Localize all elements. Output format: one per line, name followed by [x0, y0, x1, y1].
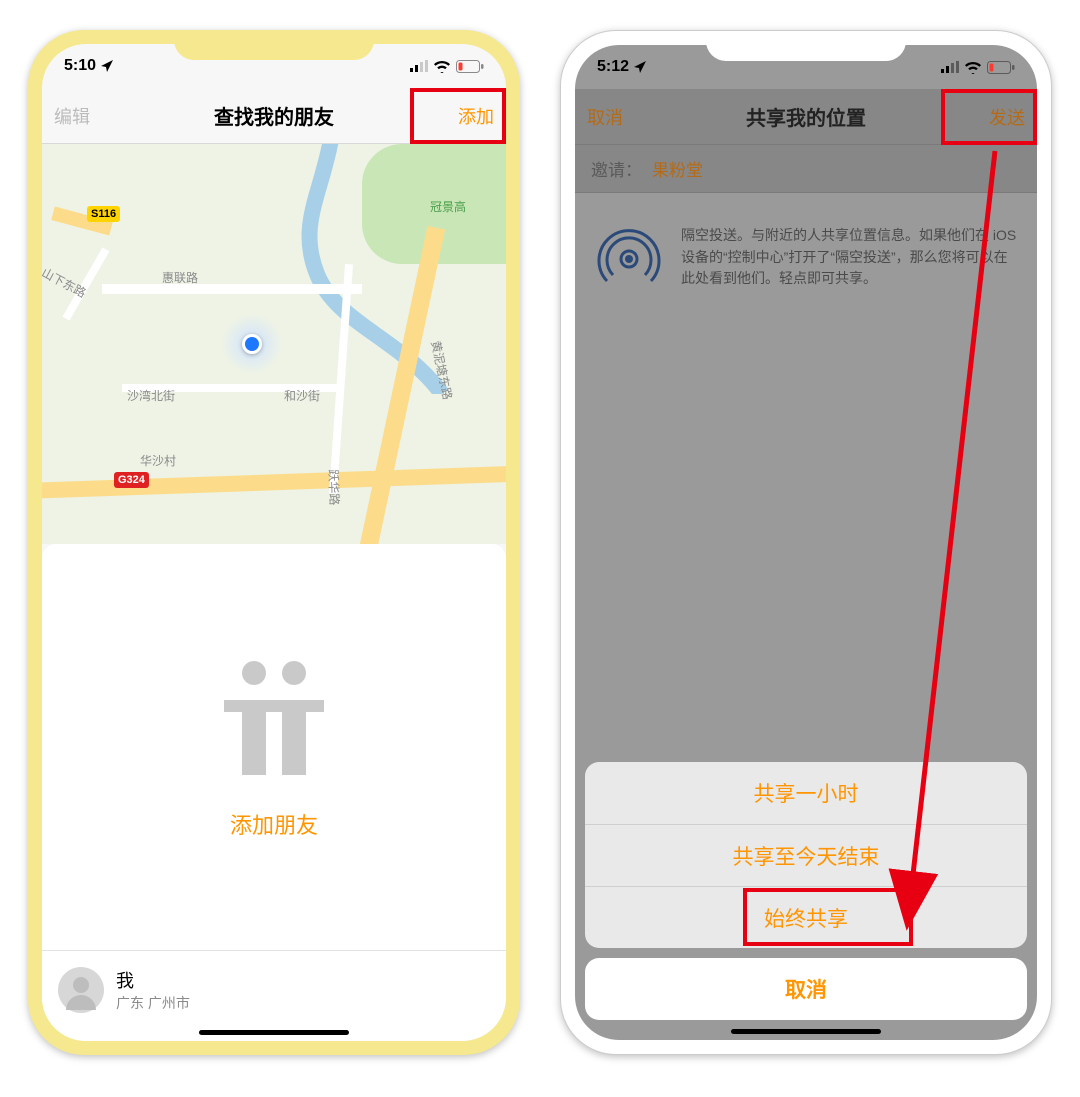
friends-sheet: 添加朋友 我 广东 广州市: [42, 544, 506, 1041]
airdrop-icon: [595, 225, 663, 293]
nav-add-button[interactable]: 添加: [406, 103, 506, 129]
invite-value: 果粉堂: [652, 156, 703, 181]
share-indefinitely-button[interactable]: 始终共享: [585, 886, 1027, 948]
current-location-pin: [222, 314, 282, 374]
map-view[interactable]: S116 G324 惠联路 山下东路 沙湾北街 和沙街 跃华路 华沙村 冠景高 …: [42, 144, 506, 544]
share-until-eod-button[interactable]: 共享至今天结束: [585, 824, 1027, 886]
wifi-icon: [964, 61, 982, 74]
nav-cancel-button[interactable]: 取消: [575, 104, 675, 130]
area-label-huashacun: 华沙村: [140, 452, 176, 469]
location-services-icon: [100, 59, 114, 73]
home-indicator[interactable]: [731, 1029, 881, 1034]
action-sheet-cancel-button[interactable]: 取消: [585, 958, 1027, 1020]
me-row[interactable]: 我 广东 广州市: [42, 950, 506, 1041]
action-sheet: 共享一小时 共享至今天结束 始终共享 取消: [585, 762, 1027, 1020]
status-bar: 5:12: [575, 45, 1037, 89]
road-label-yuehualu: 跃华路: [325, 469, 343, 506]
screen-right: 5:12 取消 共享我的位置 发送: [575, 45, 1037, 1040]
phone-frame-right: 5:12 取消 共享我的位置 发送: [560, 30, 1052, 1055]
status-time: 5:12: [597, 58, 629, 76]
nav-edit-button[interactable]: 编辑: [42, 103, 142, 129]
road-label-shanxia: 山下东路: [42, 264, 89, 302]
location-services-icon: [633, 60, 647, 74]
status-time: 5:10: [64, 57, 96, 75]
nav-send-button[interactable]: 发送: [937, 104, 1037, 130]
battery-low-icon: [456, 60, 484, 73]
nav-title: 共享我的位置: [675, 102, 937, 131]
road-label-shawanbei: 沙湾北街: [127, 387, 175, 404]
invite-label: 邀请：: [591, 156, 642, 181]
screen-left: 5:10 编辑 查找我的朋友 添加: [42, 44, 506, 1041]
share-one-hour-button[interactable]: 共享一小时: [585, 762, 1027, 824]
cellular-signal-icon: [941, 61, 959, 73]
empty-state: 添加朋友: [42, 544, 506, 950]
home-indicator[interactable]: [199, 1030, 349, 1035]
invite-row[interactable]: 邀请： 果粉堂: [575, 145, 1037, 193]
me-name: 我: [116, 967, 190, 993]
cellular-signal-icon: [410, 60, 428, 72]
area-label-guanjing: 冠景高: [430, 198, 466, 215]
nav-bar: 编辑 查找我的朋友 添加: [42, 88, 506, 144]
nav-title: 查找我的朋友: [142, 101, 406, 130]
road-shield-s116: S116: [87, 206, 120, 222]
status-bar: 5:10: [42, 44, 506, 88]
avatar-icon: [58, 967, 104, 1013]
airdrop-section: 隔空投送。与附近的人共享位置信息。如果他们在 iOS 设备的“控制中心”打开了“…: [575, 215, 1037, 303]
battery-low-icon: [987, 61, 1015, 74]
wifi-icon: [433, 60, 451, 73]
phone-frame-left: 5:10 编辑 查找我的朋友 添加: [28, 30, 520, 1055]
friends-icon: [204, 655, 344, 780]
nav-bar: 取消 共享我的位置 发送: [575, 89, 1037, 145]
action-sheet-options: 共享一小时 共享至今天结束 始终共享: [585, 762, 1027, 948]
add-friends-button[interactable]: 添加朋友: [230, 808, 318, 840]
road-label-hualian: 惠联路: [162, 269, 198, 286]
road-shield-g324: G324: [114, 472, 149, 488]
road-label-heshajie: 和沙街: [284, 387, 320, 404]
me-location: 广东 广州市: [116, 993, 190, 1013]
airdrop-description: 隔空投送。与附近的人共享位置信息。如果他们在 iOS 设备的“控制中心”打开了“…: [681, 225, 1017, 293]
